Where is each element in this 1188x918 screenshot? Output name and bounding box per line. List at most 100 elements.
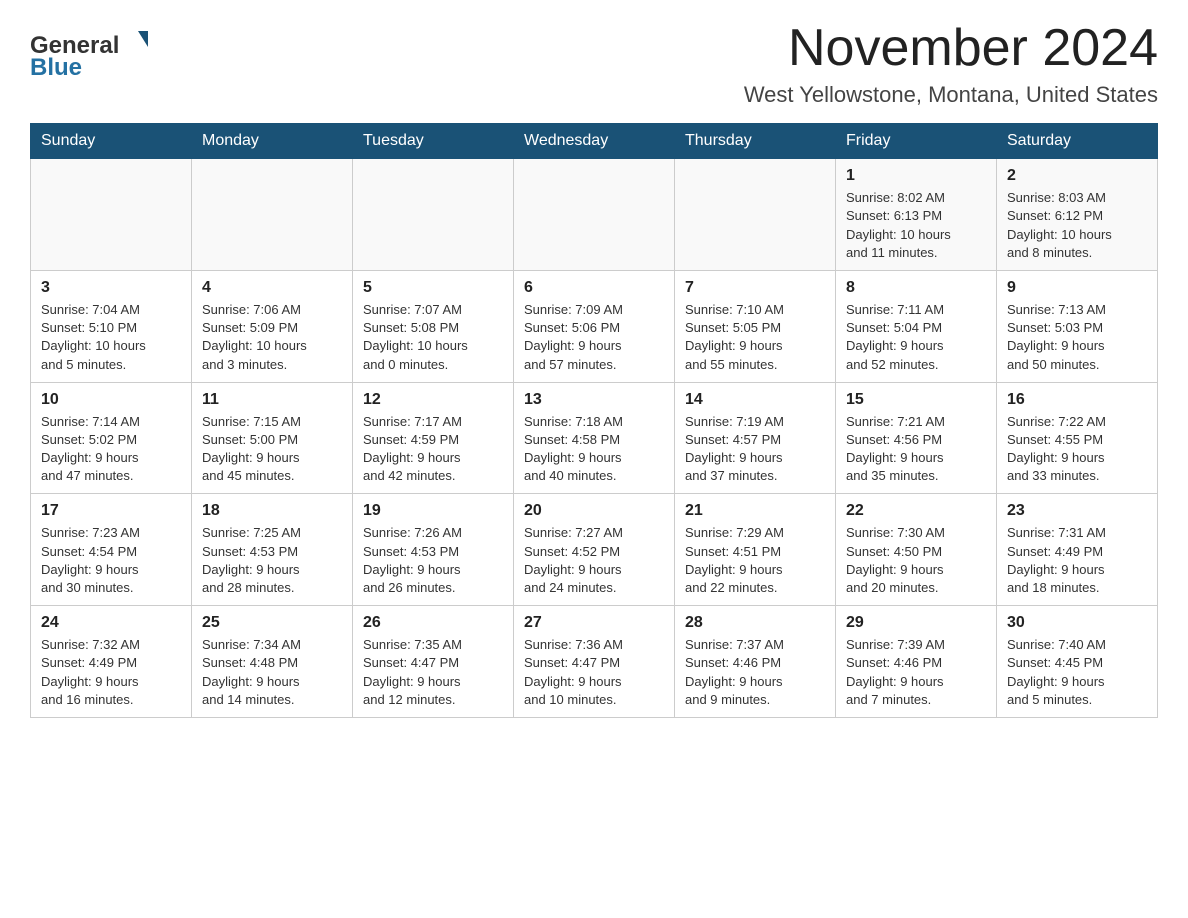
calendar-cell: 24 Sunrise: 7:32 AMSunset: 4:49 PMDayligh…	[31, 606, 192, 718]
calendar-cell: 3Sunrise: 7:04 AMSunset: 5:10 PMDaylight…	[31, 270, 192, 382]
calendar-cell	[353, 159, 514, 271]
day-number: 28	[685, 614, 825, 632]
day-number: 10	[41, 391, 181, 409]
day-number: 8	[846, 279, 986, 297]
calendar-cell	[192, 159, 353, 271]
day-number: 16	[1007, 391, 1147, 409]
week-row-2: 3Sunrise: 7:04 AMSunset: 5:10 PMDaylight…	[31, 270, 1158, 382]
day-number: 13	[524, 391, 664, 409]
weekday-header-wednesday: Wednesday	[514, 124, 675, 159]
day-number: 18	[202, 502, 342, 520]
title-area: November 2024 West Yellowstone, Montana,…	[744, 20, 1158, 108]
calendar-cell	[675, 159, 836, 271]
calendar-cell: 1 Sunrise: 8:02 AMSunset: 6:13 PMDaylight…	[836, 159, 997, 271]
day-number: 14	[685, 391, 825, 409]
calendar-cell	[514, 159, 675, 271]
day-info: Sunrise: 7:31 AMSunset: 4:49 PMDaylight:…	[1007, 524, 1147, 597]
calendar-cell: 11Sunrise: 7:15 AMSunset: 5:00 PMDayligh…	[192, 382, 353, 494]
day-number: 5	[363, 279, 503, 297]
day-number: 9	[1007, 279, 1147, 297]
calendar-cell: 14 Sunrise: 7:19 AMSunset: 4:57 PMDayligh…	[675, 382, 836, 494]
day-number: 17	[41, 502, 181, 520]
day-info: Sunrise: 7:26 AMSunset: 4:53 PMDaylight:…	[363, 524, 503, 597]
calendar-cell: 26 Sunrise: 7:35 AMSunset: 4:47 PMDayligh…	[353, 606, 514, 718]
day-number: 1	[846, 167, 986, 185]
calendar-cell: 27 Sunrise: 7:36 AMSunset: 4:47 PMDayligh…	[514, 606, 675, 718]
calendar-cell: 29 Sunrise: 7:39 AMSunset: 4:46 PMDayligh…	[836, 606, 997, 718]
day-number: 22	[846, 502, 986, 520]
day-info: Sunrise: 7:39 AMSunset: 4:46 PMDaylight:…	[846, 636, 986, 709]
logo: General Blue	[30, 20, 160, 80]
calendar-cell: 8 Sunrise: 7:11 AMSunset: 5:04 PMDaylight…	[836, 270, 997, 382]
month-title: November 2024	[744, 20, 1158, 77]
calendar-cell: 22Sunrise: 7:30 AMSunset: 4:50 PMDayligh…	[836, 494, 997, 606]
day-info: Sunrise: 7:25 AMSunset: 4:53 PMDaylight:…	[202, 524, 342, 597]
weekday-header-sunday: Sunday	[31, 124, 192, 159]
day-info: Sunrise: 7:13 AMSunset: 5:03 PMDaylight:…	[1007, 301, 1147, 374]
day-number: 25	[202, 614, 342, 632]
calendar-cell	[31, 159, 192, 271]
calendar-cell: 23 Sunrise: 7:31 AMSunset: 4:49 PMDayligh…	[997, 494, 1158, 606]
day-number: 15	[846, 391, 986, 409]
calendar-cell: 17Sunrise: 7:23 AMSunset: 4:54 PMDayligh…	[31, 494, 192, 606]
calendar-cell: 7Sunrise: 7:10 AMSunset: 5:05 PMDaylight…	[675, 270, 836, 382]
calendar-cell: 13 Sunrise: 7:18 AMSunset: 4:58 PMDayligh…	[514, 382, 675, 494]
weekday-header-saturday: Saturday	[997, 124, 1158, 159]
calendar-cell: 21 Sunrise: 7:29 AMSunset: 4:51 PMDayligh…	[675, 494, 836, 606]
day-info: Sunrise: 7:34 AMSunset: 4:48 PMDaylight:…	[202, 636, 342, 709]
day-number: 26	[363, 614, 503, 632]
day-info: Sunrise: 7:07 AMSunset: 5:08 PMDaylight:…	[363, 301, 503, 374]
weekday-header-row: SundayMondayTuesdayWednesdayThursdayFrid…	[31, 124, 1158, 159]
calendar-cell: 15 Sunrise: 7:21 AMSunset: 4:56 PMDayligh…	[836, 382, 997, 494]
calendar-cell: 2 Sunrise: 8:03 AMSunset: 6:12 PMDaylight…	[997, 159, 1158, 271]
calendar-table: SundayMondayTuesdayWednesdayThursdayFrid…	[30, 123, 1158, 718]
day-info: Sunrise: 7:21 AMSunset: 4:56 PMDaylight:…	[846, 413, 986, 486]
page-header: General Blue November 2024 West Yellowst…	[30, 20, 1158, 108]
day-info: Sunrise: 7:32 AMSunset: 4:49 PMDaylight:…	[41, 636, 181, 709]
week-row-5: 24 Sunrise: 7:32 AMSunset: 4:49 PMDayligh…	[31, 606, 1158, 718]
day-info: Sunrise: 7:18 AMSunset: 4:58 PMDaylight:…	[524, 413, 664, 486]
day-info: Sunrise: 8:03 AMSunset: 6:12 PMDaylight:…	[1007, 189, 1147, 262]
weekday-header-monday: Monday	[192, 124, 353, 159]
day-number: 23	[1007, 502, 1147, 520]
day-info: Sunrise: 7:35 AMSunset: 4:47 PMDaylight:…	[363, 636, 503, 709]
day-info: Sunrise: 7:10 AMSunset: 5:05 PMDaylight:…	[685, 301, 825, 374]
day-number: 30	[1007, 614, 1147, 632]
weekday-header-friday: Friday	[836, 124, 997, 159]
day-number: 29	[846, 614, 986, 632]
day-info: Sunrise: 7:15 AMSunset: 5:00 PMDaylight:…	[202, 413, 342, 486]
day-info: Sunrise: 8:02 AMSunset: 6:13 PMDaylight:…	[846, 189, 986, 262]
day-info: Sunrise: 7:14 AMSunset: 5:02 PMDaylight:…	[41, 413, 181, 486]
week-row-3: 10 Sunrise: 7:14 AMSunset: 5:02 PMDayligh…	[31, 382, 1158, 494]
day-number: 6	[524, 279, 664, 297]
day-info: Sunrise: 7:36 AMSunset: 4:47 PMDaylight:…	[524, 636, 664, 709]
calendar-cell: 28Sunrise: 7:37 AMSunset: 4:46 PMDayligh…	[675, 606, 836, 718]
weekday-header-thursday: Thursday	[675, 124, 836, 159]
calendar-cell: 19Sunrise: 7:26 AMSunset: 4:53 PMDayligh…	[353, 494, 514, 606]
day-info: Sunrise: 7:27 AMSunset: 4:52 PMDaylight:…	[524, 524, 664, 597]
day-info: Sunrise: 7:11 AMSunset: 5:04 PMDaylight:…	[846, 301, 986, 374]
day-number: 27	[524, 614, 664, 632]
week-row-4: 17Sunrise: 7:23 AMSunset: 4:54 PMDayligh…	[31, 494, 1158, 606]
day-info: Sunrise: 7:04 AMSunset: 5:10 PMDaylight:…	[41, 301, 181, 374]
calendar-cell: 30Sunrise: 7:40 AMSunset: 4:45 PMDayligh…	[997, 606, 1158, 718]
day-info: Sunrise: 7:06 AMSunset: 5:09 PMDaylight:…	[202, 301, 342, 374]
calendar-cell: 9 Sunrise: 7:13 AMSunset: 5:03 PMDaylight…	[997, 270, 1158, 382]
calendar-cell: 10 Sunrise: 7:14 AMSunset: 5:02 PMDayligh…	[31, 382, 192, 494]
logo-svg: General Blue	[30, 25, 160, 80]
day-info: Sunrise: 7:22 AMSunset: 4:55 PMDaylight:…	[1007, 413, 1147, 486]
calendar-cell: 6Sunrise: 7:09 AMSunset: 5:06 PMDaylight…	[514, 270, 675, 382]
calendar-cell: 16 Sunrise: 7:22 AMSunset: 4:55 PMDayligh…	[997, 382, 1158, 494]
day-info: Sunrise: 7:17 AMSunset: 4:59 PMDaylight:…	[363, 413, 503, 486]
location-title: West Yellowstone, Montana, United States	[744, 82, 1158, 108]
calendar-cell: 12 Sunrise: 7:17 AMSunset: 4:59 PMDayligh…	[353, 382, 514, 494]
day-number: 12	[363, 391, 503, 409]
calendar-cell: 18 Sunrise: 7:25 AMSunset: 4:53 PMDayligh…	[192, 494, 353, 606]
calendar-cell: 25 Sunrise: 7:34 AMSunset: 4:48 PMDayligh…	[192, 606, 353, 718]
day-info: Sunrise: 7:29 AMSunset: 4:51 PMDaylight:…	[685, 524, 825, 597]
calendar-cell: 4Sunrise: 7:06 AMSunset: 5:09 PMDaylight…	[192, 270, 353, 382]
day-info: Sunrise: 7:19 AMSunset: 4:57 PMDaylight:…	[685, 413, 825, 486]
day-number: 21	[685, 502, 825, 520]
day-number: 2	[1007, 167, 1147, 185]
day-number: 24	[41, 614, 181, 632]
